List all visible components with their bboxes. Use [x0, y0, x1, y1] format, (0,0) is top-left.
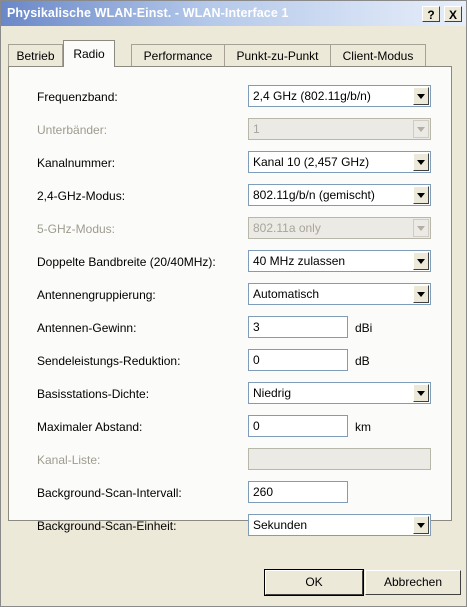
- tab-punkt-zu-punkt[interactable]: Punkt-zu-Punkt: [224, 44, 331, 66]
- frequenzband-label: Frequenzband:: [37, 90, 118, 104]
- antennen-gewinn-value: 3: [253, 320, 260, 334]
- sendeleistung-value: 0: [253, 353, 260, 367]
- chevron-down-icon[interactable]: [413, 186, 429, 204]
- unterbaender-value: 1: [253, 122, 260, 136]
- kanalnummer-value: Kanal 10 (2,457 GHz): [253, 155, 370, 169]
- frequenzband-select[interactable]: 2,4 GHz (802.11g/b/n): [248, 85, 431, 107]
- modus-5ghz-select: 802.11a only: [248, 217, 431, 239]
- chevron-down-icon[interactable]: [413, 516, 429, 534]
- modus-24ghz-label: 2,4-GHz-Modus:: [37, 189, 126, 203]
- sendeleistung-label: Sendeleistungs-Reduktion:: [37, 354, 181, 368]
- kanalnummer-select[interactable]: Kanal 10 (2,457 GHz): [248, 151, 431, 173]
- dialog-window: Physikalische WLAN-Einst. - WLAN-Interfa…: [0, 0, 467, 607]
- chevron-down-icon[interactable]: [413, 153, 429, 171]
- antennengruppierung-label: Antennengruppierung:: [37, 288, 156, 302]
- unterbaender-select: 1: [248, 118, 431, 140]
- abstand-input[interactable]: 0: [248, 415, 348, 437]
- ok-button[interactable]: OK: [264, 569, 364, 596]
- antennen-gewinn-label: Antennen-Gewinn:: [37, 321, 137, 335]
- chevron-down-icon: [413, 120, 429, 138]
- modus-5ghz-label: 5-GHz-Modus:: [37, 222, 116, 236]
- sendeleistung-unit: dB: [355, 354, 370, 368]
- chevron-down-icon[interactable]: [413, 87, 429, 105]
- bandbreite-label: Doppelte Bandbreite (20/40MHz):: [37, 255, 216, 269]
- tab-betrieb[interactable]: Betrieb: [8, 44, 63, 66]
- title-bar[interactable]: Physikalische WLAN-Einst. - WLAN-Interfa…: [1, 1, 466, 26]
- dichte-value: Niedrig: [253, 386, 292, 400]
- help-button[interactable]: ?: [422, 6, 440, 22]
- cancel-button[interactable]: Abbrechen: [365, 570, 461, 595]
- abstand-value: 0: [253, 419, 260, 433]
- bandbreite-value: 40 MHz zulassen: [253, 254, 346, 268]
- close-button[interactable]: X: [444, 6, 462, 22]
- dichte-select[interactable]: Niedrig: [248, 382, 431, 404]
- modus-24ghz-select[interactable]: 802.11g/b/n (gemischt): [248, 184, 431, 206]
- tab-radio[interactable]: Radio: [63, 40, 115, 67]
- antennen-gewinn-input[interactable]: 3: [248, 316, 348, 338]
- kanalnummer-label: Kanalnummer:: [37, 156, 116, 170]
- window-title: Physikalische WLAN-Einst. - WLAN-Interfa…: [7, 6, 289, 20]
- antennengruppierung-value: Automatisch: [253, 287, 320, 301]
- scan-intervall-input[interactable]: 260: [248, 481, 348, 503]
- scan-intervall-label: Background-Scan-Intervall:: [37, 486, 182, 500]
- scan-intervall-value: 260: [253, 485, 274, 499]
- frequenzband-value: 2,4 GHz (802.11g/b/n): [253, 89, 371, 103]
- dichte-label: Basisstations-Dichte:: [37, 387, 150, 401]
- modus-5ghz-value: 802.11a only: [253, 221, 321, 235]
- sendeleistung-input[interactable]: 0: [248, 349, 348, 371]
- chevron-down-icon[interactable]: [413, 384, 429, 402]
- antennen-gewinn-unit: dBi: [355, 321, 373, 335]
- unterbaender-label: Unterbänder:: [37, 123, 108, 137]
- abstand-unit: km: [355, 420, 371, 434]
- bandbreite-select[interactable]: 40 MHz zulassen: [248, 250, 431, 272]
- modus-24ghz-value: 802.11g/b/n (gemischt): [253, 188, 375, 202]
- chevron-down-icon: [413, 219, 429, 237]
- scan-einheit-value: Sekunden: [253, 518, 308, 532]
- chevron-down-icon[interactable]: [413, 285, 429, 303]
- kanal-liste-input: [248, 448, 431, 470]
- scan-einheit-label: Background-Scan-Einheit:: [37, 519, 177, 533]
- abstand-label: Maximaler Abstand:: [37, 420, 143, 434]
- chevron-down-icon[interactable]: [413, 252, 429, 270]
- tab-performance[interactable]: Performance: [131, 44, 225, 66]
- kanal-liste-label: Kanal-Liste:: [37, 453, 101, 467]
- tab-client-modus[interactable]: Client-Modus: [330, 44, 426, 66]
- antennengruppierung-select[interactable]: Automatisch: [248, 283, 431, 305]
- scan-einheit-select[interactable]: Sekunden: [248, 514, 431, 536]
